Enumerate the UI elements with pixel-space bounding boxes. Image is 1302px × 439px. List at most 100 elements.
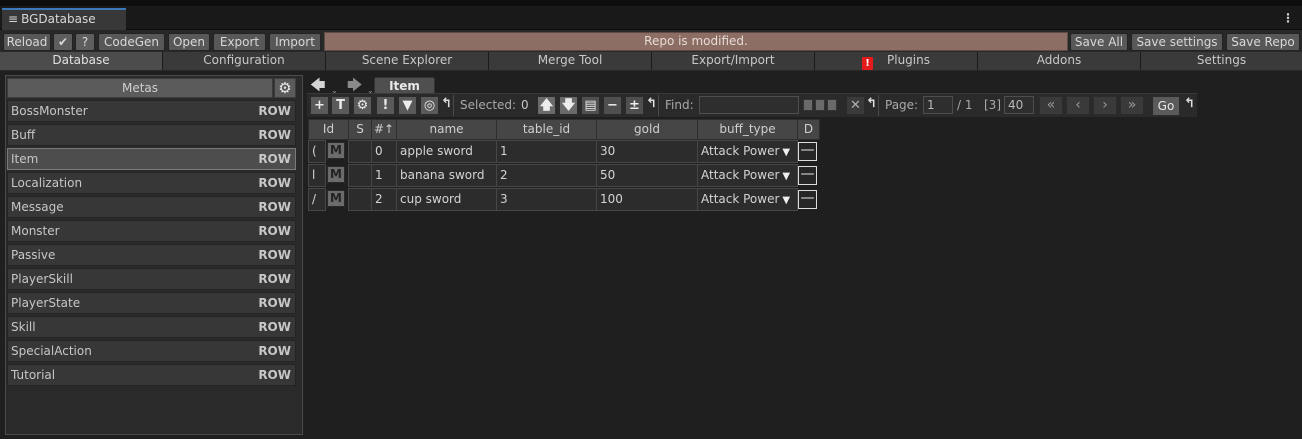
tab-database[interactable]: Database xyxy=(0,52,163,70)
field-type-icon[interactable]: T xyxy=(331,96,350,115)
index-cell: 1 xyxy=(371,164,397,187)
meta-item[interactable]: Buff ROW xyxy=(7,124,296,146)
column-header[interactable]: D xyxy=(797,119,820,140)
meta-item[interactable]: Tutorial ROW xyxy=(7,364,296,386)
meta-item[interactable]: Item ROW xyxy=(7,148,296,170)
tab-export-import[interactable]: Export/Import xyxy=(652,52,815,70)
go-button[interactable]: Go xyxy=(1152,96,1180,116)
row-tag: ROW xyxy=(258,176,291,190)
id-cell[interactable]: l xyxy=(308,164,326,187)
page-size-input[interactable]: 40 xyxy=(1004,96,1034,114)
column-header[interactable]: table_id xyxy=(496,119,597,140)
pin-icon[interactable]: ↰ xyxy=(866,96,877,111)
codegen-button[interactable]: CodeGen xyxy=(98,33,165,51)
prev-page-icon[interactable]: ‹ xyxy=(1066,96,1090,115)
table-id-cell[interactable]: 1 xyxy=(496,140,597,163)
export-button[interactable]: Export xyxy=(213,33,266,51)
match-case-toggle[interactable] xyxy=(803,99,813,111)
delete-row-button[interactable]: — xyxy=(798,190,817,209)
column-header[interactable]: name xyxy=(396,119,497,140)
buff-type-dropdown[interactable]: Attack Power ▼ xyxy=(697,140,798,163)
error-icon[interactable]: ! xyxy=(376,96,395,115)
minus-icon[interactable]: − xyxy=(603,96,622,115)
tab-scene-explorer[interactable]: Scene Explorer xyxy=(326,52,489,70)
clear-icon[interactable]: ✕ xyxy=(846,96,865,115)
meta-item[interactable]: BossMonster ROW xyxy=(7,100,296,122)
meta-m-button[interactable]: M xyxy=(327,142,345,159)
next-page-icon[interactable]: › xyxy=(1093,96,1117,115)
column-header[interactable]: gold xyxy=(596,119,698,140)
move-down-icon[interactable]: 🡇 xyxy=(559,96,578,115)
meta-item-label: BossMonster xyxy=(11,104,88,118)
add-row-icon[interactable]: + xyxy=(310,96,329,115)
check-icon[interactable]: ✔ xyxy=(53,33,73,51)
buff-type-dropdown[interactable]: Attack Power ▼ xyxy=(697,188,798,211)
find-input[interactable] xyxy=(699,96,799,114)
save-settings-button[interactable]: Save settings xyxy=(1131,33,1223,51)
dropdown-arrow-icon: ▼ xyxy=(782,171,791,182)
id-cell[interactable]: / xyxy=(308,188,326,211)
table-id-cell[interactable]: 2 xyxy=(496,164,597,187)
move-up-icon[interactable]: 🡅 xyxy=(537,96,556,115)
meta-item[interactable]: Localization ROW xyxy=(7,172,296,194)
last-page-icon[interactable]: » xyxy=(1120,96,1144,115)
meta-item[interactable]: Skill ROW xyxy=(7,316,296,338)
meta-m-button[interactable]: M xyxy=(327,190,345,207)
row-tag: ROW xyxy=(258,200,291,214)
tab-merge-tool[interactable]: Merge Tool xyxy=(489,52,652,70)
pin-icon[interactable]: ↰ xyxy=(1184,96,1195,111)
tab-plugins[interactable]: ! Plugins xyxy=(815,52,978,70)
meta-item[interactable]: Passive ROW xyxy=(7,244,296,266)
open-button[interactable]: Open xyxy=(168,33,210,51)
gold-cell[interactable]: 30 xyxy=(596,140,698,163)
page-input[interactable]: 1 xyxy=(923,96,953,114)
tab-configuration[interactable]: Configuration xyxy=(163,52,326,70)
gear-icon[interactable]: ⚙ xyxy=(274,78,296,98)
column-header[interactable]: #↑ xyxy=(371,119,397,140)
tab-settings[interactable]: Settings xyxy=(1141,52,1302,70)
target-icon[interactable]: ◎ xyxy=(420,96,439,115)
column-header[interactable]: buff_type xyxy=(697,119,798,140)
first-page-icon[interactable]: « xyxy=(1039,96,1063,115)
back-arrow-icon[interactable]: 🡄 xyxy=(310,78,326,93)
help-icon[interactable]: ? xyxy=(75,33,95,51)
meta-item-label: Tutorial xyxy=(11,368,56,382)
plus-minus-icon[interactable]: ± xyxy=(625,96,644,115)
forward-arrow-icon[interactable]: 🡆 xyxy=(347,78,363,93)
row-tag: ROW xyxy=(258,296,291,310)
delete-row-button[interactable]: — xyxy=(798,142,817,161)
meta-item[interactable]: Monster ROW xyxy=(7,220,296,242)
save-repo-button[interactable]: Save Repo xyxy=(1226,33,1300,51)
name-cell[interactable]: cup sword xyxy=(396,188,497,211)
meta-m-button[interactable]: M xyxy=(327,166,345,183)
table-id-cell[interactable]: 3 xyxy=(496,188,597,211)
delete-row-button[interactable]: — xyxy=(798,166,817,185)
gold-cell[interactable]: 50 xyxy=(596,164,698,187)
name-cell[interactable]: apple sword xyxy=(396,140,497,163)
window-title: BGDatabase xyxy=(21,12,96,26)
meta-item[interactable]: PlayerState ROW xyxy=(7,292,296,314)
pin-icon[interactable]: ↰ xyxy=(646,96,657,111)
table-gear-icon[interactable]: ⚙ xyxy=(353,96,372,115)
meta-item[interactable]: Message ROW xyxy=(7,196,296,218)
regex-toggle[interactable] xyxy=(827,99,837,111)
match-word-toggle[interactable] xyxy=(815,99,825,111)
meta-item[interactable]: SpecialAction ROW xyxy=(7,340,296,362)
window-tab[interactable]: ≡ BGDatabase xyxy=(2,8,126,30)
id-cell[interactable]: ( xyxy=(308,140,326,163)
pin-icon[interactable]: ↰ xyxy=(441,96,452,111)
name-cell[interactable]: banana sword xyxy=(396,164,497,187)
gold-cell[interactable]: 100 xyxy=(596,188,698,211)
column-header[interactable]: S xyxy=(348,119,372,140)
kebab-icon[interactable]: ⋮ xyxy=(1282,11,1294,25)
save-all-button[interactable]: Save All xyxy=(1070,33,1128,51)
tab-addons[interactable]: Addons xyxy=(978,52,1141,70)
import-button[interactable]: Import xyxy=(269,33,321,51)
buff-type-dropdown[interactable]: Attack Power ▼ xyxy=(697,164,798,187)
reload-button[interactable]: Reload xyxy=(3,33,51,51)
copy-icon[interactable]: ▤ xyxy=(581,96,600,115)
table-tab[interactable]: Item xyxy=(374,77,435,94)
column-header[interactable]: Id xyxy=(308,119,349,140)
filter-icon[interactable]: ▼ xyxy=(398,96,417,115)
meta-item[interactable]: PlayerSkill ROW xyxy=(7,268,296,290)
